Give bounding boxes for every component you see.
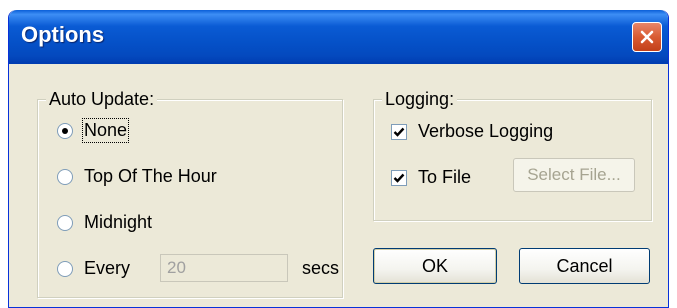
interval-input[interactable]: 20 — [160, 254, 288, 282]
select-file-button[interactable]: Select File... — [513, 158, 635, 192]
radio-none-label: None — [81, 118, 130, 143]
radio-top-of-the-hour-label: Top Of The Hour — [84, 166, 217, 186]
radio-button[interactable] — [57, 260, 73, 277]
radio-midnight-label: Midnight — [84, 212, 153, 232]
radio-button[interactable] — [57, 168, 73, 185]
window-title: Options — [21, 22, 105, 47]
auto-update-legend: Auto Update: — [46, 89, 158, 109]
checkmark-icon — [393, 173, 405, 183]
radio-button[interactable] — [57, 214, 73, 231]
radio-top-of-the-hour[interactable]: Top Of The Hour — [57, 166, 217, 187]
cancel-button[interactable]: Cancel — [519, 248, 650, 284]
verbose-logging-checkbox[interactable]: Verbose Logging — [391, 121, 553, 142]
radio-every-label: Every — [84, 258, 131, 278]
dialog-body: Auto Update: None Top Of The Hour Midnig… — [13, 64, 664, 307]
title-bar[interactable]: Options — [9, 10, 668, 64]
verbose-logging-label: Verbose Logging — [418, 121, 554, 141]
interval-unit-label: secs — [302, 258, 340, 278]
radio-midnight[interactable]: Midnight — [57, 212, 152, 233]
logging-legend: Logging: — [382, 89, 458, 109]
radio-button[interactable] — [57, 122, 73, 139]
radio-selected-dot — [62, 127, 68, 134]
close-icon — [640, 30, 654, 44]
options-dialog: Options Auto Update: None Top Of The Hou… — [8, 10, 669, 308]
close-button[interactable] — [632, 22, 662, 52]
checkbox[interactable] — [391, 123, 407, 140]
radio-none[interactable]: None — [57, 118, 130, 143]
radio-every[interactable]: Every — [57, 258, 130, 279]
checkmark-icon — [393, 127, 405, 137]
ok-button[interactable]: OK — [373, 248, 497, 284]
to-file-label: To File — [418, 167, 472, 187]
logging-group: Logging: Verbose Logging To File Select … — [373, 89, 652, 221]
auto-update-group: Auto Update: None Top Of The Hour Midnig… — [37, 89, 343, 298]
checkbox[interactable] — [391, 169, 407, 186]
to-file-checkbox[interactable]: To File — [391, 167, 471, 188]
